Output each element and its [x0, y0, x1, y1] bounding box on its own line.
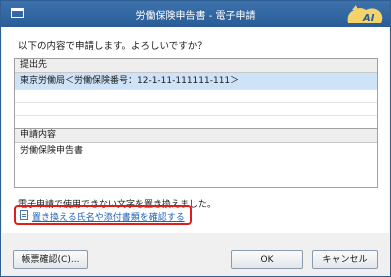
cancel-button[interactable]: キャンセル: [312, 250, 378, 269]
dialog-window: 労働保険申告書 - 電子申請 AI 以下の内容で申請します。よろしいですか？ 提…: [0, 0, 391, 277]
submit-to-row[interactable]: [15, 103, 377, 116]
window-title: 労働保険申告書 - 電子申請: [135, 11, 256, 22]
application-row[interactable]: 労働保険申告書: [15, 143, 377, 159]
ai-logo-icon: AI: [347, 5, 383, 24]
check-replacements-highlight: 置き換える氏名や添付書類を確認する: [14, 205, 192, 225]
dialog-footer: 帳票確認(C)... OK キャンセル: [2, 233, 389, 276]
application-header: 申請内容: [15, 129, 377, 143]
confirm-question: 以下の内容で申請します。よろしいですか？: [18, 41, 207, 52]
title-bar: 労働保険申告書 - 電子申請 AI: [1, 1, 390, 27]
submit-to-row[interactable]: [15, 90, 377, 103]
ai-logo-text: AI: [362, 13, 375, 24]
check-replacements-link[interactable]: 置き換える氏名や添付書類を確認する: [32, 210, 185, 223]
application-panel: 申請内容 労働保険申告書: [14, 128, 378, 188]
ok-button[interactable]: OK: [231, 250, 303, 269]
form-preview-button[interactable]: 帳票確認(C)...: [13, 250, 88, 269]
window-icon: [11, 8, 24, 18]
submit-to-row[interactable]: 東京労働局＜労働保険番号：12-1-11-111111-111＞: [15, 73, 377, 90]
document-icon: [20, 210, 28, 220]
dialog-content: 以下の内容で申請します。よろしいですか？ 提出先 東京労働局＜労働保険番号：12…: [2, 27, 389, 233]
submit-to-header: 提出先: [15, 59, 377, 73]
